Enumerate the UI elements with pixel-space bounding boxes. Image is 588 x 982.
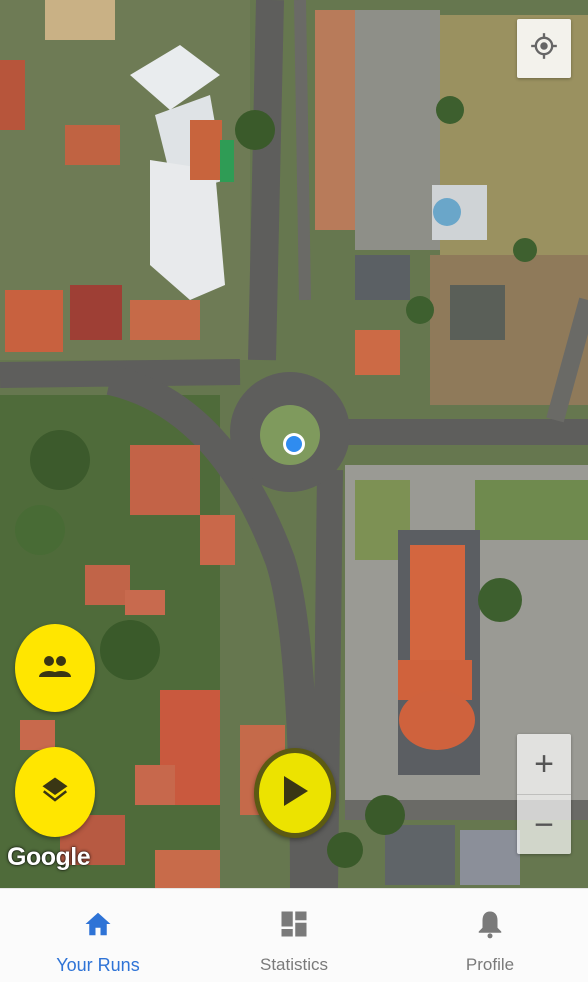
map-view[interactable]: + − Google bbox=[0, 0, 588, 888]
nav-label-profile: Profile bbox=[465, 955, 515, 974]
home-icon bbox=[81, 907, 115, 941]
nav-item-statistics[interactable]: Statistics bbox=[196, 889, 392, 982]
current-location-marker bbox=[283, 433, 305, 455]
zoom-in-button[interactable]: + bbox=[517, 734, 571, 794]
zoom-out-button[interactable]: − bbox=[517, 794, 571, 854]
layers-icon bbox=[40, 775, 70, 810]
map-layers-button[interactable] bbox=[15, 747, 95, 837]
my-location-icon bbox=[530, 32, 558, 65]
my-location-button[interactable] bbox=[517, 19, 571, 78]
dashboard-icon bbox=[277, 907, 311, 941]
zoom-out-label: − bbox=[534, 805, 554, 844]
group-icon bbox=[38, 654, 72, 683]
zoom-controls: + − bbox=[517, 734, 571, 854]
nav-label-your-runs: Your Runs bbox=[56, 955, 140, 975]
bottom-navigation: Your Runs Statistics Profile bbox=[0, 888, 588, 982]
bell-icon bbox=[473, 907, 507, 941]
google-attribution: Google bbox=[7, 843, 91, 871]
nav-item-profile[interactable]: Profile bbox=[392, 889, 588, 982]
play-icon bbox=[280, 774, 310, 813]
zoom-in-label: + bbox=[534, 745, 554, 783]
nav-label-statistics: Statistics bbox=[259, 955, 329, 974]
nav-item-your-runs[interactable]: Your Runs bbox=[0, 889, 196, 982]
start-run-button[interactable] bbox=[254, 748, 336, 838]
group-runners-button[interactable] bbox=[15, 624, 95, 712]
